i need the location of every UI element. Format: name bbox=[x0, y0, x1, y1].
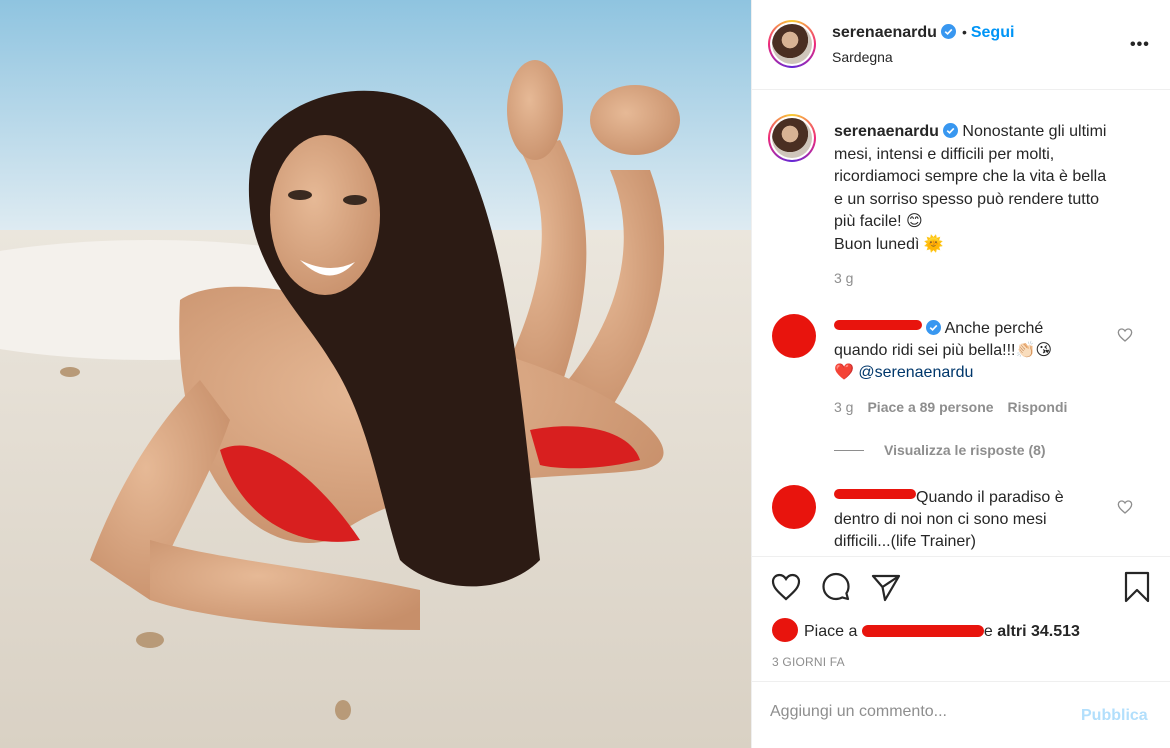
author-username[interactable]: serenaenardu bbox=[832, 24, 937, 41]
caption-line-3: ricordiamoci sempre che la vita è bella bbox=[834, 168, 1107, 185]
post-photo[interactable] bbox=[0, 0, 751, 748]
likes-suffix: e bbox=[983, 623, 993, 640]
comment-1-line-1: Anche perché bbox=[944, 320, 1044, 337]
comments-list[interactable]: serenaenardu Nonostante gli ultimi mesi,… bbox=[752, 91, 1170, 555]
like-comment-heart-icon[interactable] bbox=[1117, 327, 1133, 343]
redacted-username bbox=[834, 489, 916, 499]
caption-line-6: Buon lunedì 🌞 bbox=[834, 235, 944, 253]
reply-button[interactable]: Rispondi bbox=[1008, 399, 1068, 415]
post-actions: Piace a e altri 34.513 3 GIORNI FA bbox=[752, 556, 1170, 682]
likes-summary[interactable]: Piace a e altri 34.513 bbox=[772, 618, 1080, 642]
add-comment-bar: Pubblica bbox=[752, 683, 1170, 748]
comment-1-time[interactable]: 3 g bbox=[834, 399, 853, 415]
post-image bbox=[0, 0, 751, 748]
comment-2-avatar[interactable] bbox=[772, 485, 816, 529]
redacted-username bbox=[834, 320, 922, 330]
add-comment-input[interactable] bbox=[770, 703, 1070, 721]
comment-2-line-2: dentro di noi non ci sono mesi bbox=[834, 511, 1047, 528]
caption-username[interactable]: serenaenardu bbox=[834, 123, 939, 140]
caption-line-5: più facile! 😊 bbox=[834, 213, 923, 230]
view-replies-button[interactable]: Visualizza le risposte (8) bbox=[834, 442, 1046, 458]
like-comment-heart-icon[interactable] bbox=[1117, 499, 1133, 515]
follow-button[interactable]: Segui bbox=[971, 24, 1015, 41]
share-direct-icon[interactable] bbox=[870, 571, 902, 603]
post-side-panel: serenaenardu • Segui Sardegna ••• serenaen… bbox=[751, 0, 1170, 748]
post-header: serenaenardu • Segui Sardegna ••• bbox=[752, 0, 1170, 90]
likes-others[interactable]: altri 34.513 bbox=[997, 623, 1080, 640]
liker-avatar bbox=[772, 618, 798, 642]
caption-timestamp[interactable]: 3 g bbox=[834, 270, 853, 286]
author-avatar[interactable] bbox=[768, 20, 816, 68]
comment-bubble-icon[interactable] bbox=[820, 571, 852, 603]
comment-1-text: Anche perché quando ridi sei più bella!!… bbox=[834, 318, 1104, 384]
caption-text: serenaenardu Nonostante gli ultimi mesi,… bbox=[834, 121, 1134, 256]
post-location[interactable]: Sardegna bbox=[832, 49, 893, 65]
caption-line-2: mesi, intensi e difficili per molti, bbox=[834, 145, 1055, 163]
comment-1-line-3: ❤️ bbox=[834, 364, 859, 381]
more-options-icon[interactable]: ••• bbox=[1130, 37, 1150, 53]
verified-badge-icon bbox=[926, 320, 941, 335]
replies-divider bbox=[834, 450, 864, 451]
comment-1-avatar[interactable] bbox=[772, 314, 816, 358]
verified-badge-icon bbox=[940, 24, 956, 39]
post-date[interactable]: 3 GIORNI FA bbox=[772, 655, 845, 669]
caption-avatar[interactable] bbox=[768, 114, 816, 162]
likes-prefix: Piace a bbox=[804, 623, 858, 640]
comment-2-line-1: Quando il paradiso è bbox=[916, 489, 1064, 506]
more-options-glyph: ••• bbox=[1130, 36, 1150, 53]
redacted-liker bbox=[861, 625, 984, 637]
caption-line-1: Nonostante gli ultimi bbox=[962, 123, 1107, 140]
comment-2-line-3: difficili...(life Trainer) bbox=[834, 533, 976, 550]
like-heart-icon[interactable] bbox=[770, 571, 802, 603]
publish-button[interactable]: Pubblica bbox=[1081, 707, 1148, 725]
comment-1-line-2: quando ridi sei più bella!!!👏🏻😘 bbox=[834, 342, 1053, 359]
comment-1-mention[interactable]: @serenaenardu bbox=[858, 364, 973, 381]
comment-1-likes[interactable]: Piace a 89 persone bbox=[867, 399, 993, 415]
view-replies-label: Visualizza le risposte (8) bbox=[884, 442, 1046, 458]
author-line: serenaenardu • Segui bbox=[832, 24, 1014, 42]
comment-2-text: Quando il paradiso è dentro di noi non c… bbox=[834, 487, 1104, 553]
caption-line-4: e un sorriso spesso può rendere tutto bbox=[834, 190, 1100, 208]
save-bookmark-icon[interactable] bbox=[1121, 571, 1153, 603]
separator-dot: • bbox=[961, 24, 967, 40]
verified-badge-icon bbox=[942, 123, 958, 138]
comment-1-meta: 3 g Piace a 89 persone Rispondi bbox=[834, 399, 1067, 415]
